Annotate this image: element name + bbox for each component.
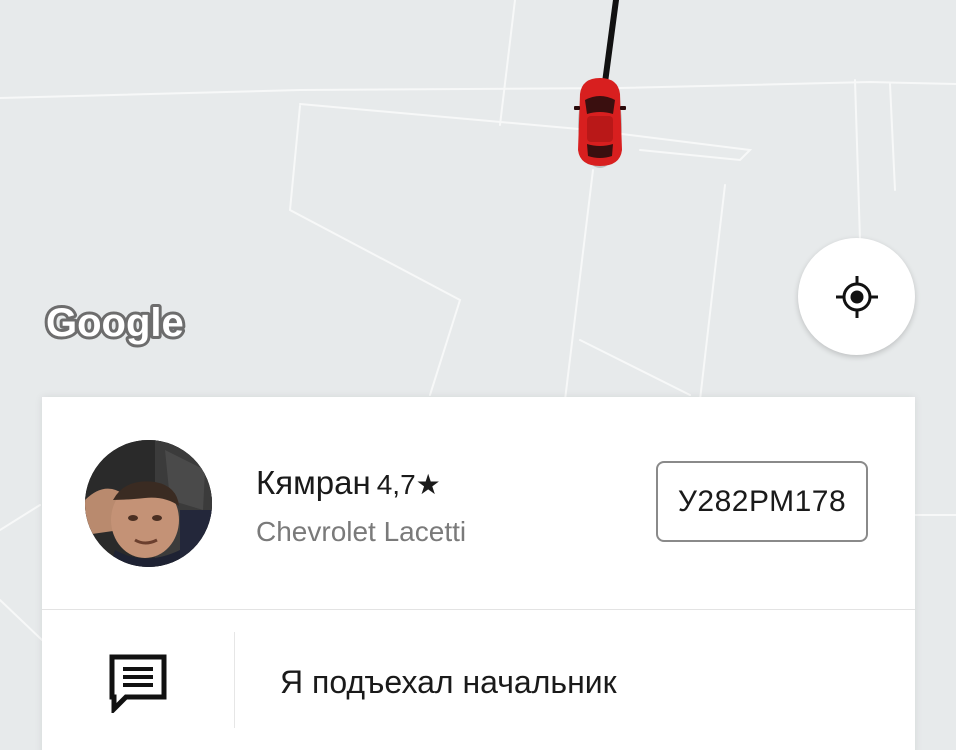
chat-row[interactable]: Я подъехал начальник xyxy=(42,610,915,750)
driver-name-line: Кямран 4,7★ xyxy=(256,463,466,505)
driver-card: Кямран 4,7★ Chevrolet Lacetti У282РМ178 Я… xyxy=(42,397,915,750)
my-location-icon xyxy=(835,275,878,318)
svg-text:Google: Google xyxy=(46,301,184,345)
driver-row[interactable]: Кямран 4,7★ Chevrolet Lacetti У282РМ178 xyxy=(42,397,915,609)
trip-screen: Google Кямран 4,7★ Chevrolet Lacetti У28… xyxy=(0,0,956,750)
my-location-button[interactable] xyxy=(798,238,915,355)
driver-name: Кямран xyxy=(256,464,371,501)
last-message: Я подъехал начальник xyxy=(280,664,617,700)
license-plate: У282РМ178 xyxy=(656,461,868,542)
driver-rating: 4,7★ xyxy=(376,469,441,500)
driver-avatar[interactable] xyxy=(85,440,212,567)
car-icon xyxy=(574,78,626,168)
message-icon[interactable] xyxy=(108,653,168,716)
driver-info: Кямран 4,7★ Chevrolet Lacetti xyxy=(256,463,466,549)
chat-separator xyxy=(234,632,235,728)
google-logo: Google xyxy=(42,294,202,354)
car-model: Chevrolet Lacetti xyxy=(256,516,467,547)
